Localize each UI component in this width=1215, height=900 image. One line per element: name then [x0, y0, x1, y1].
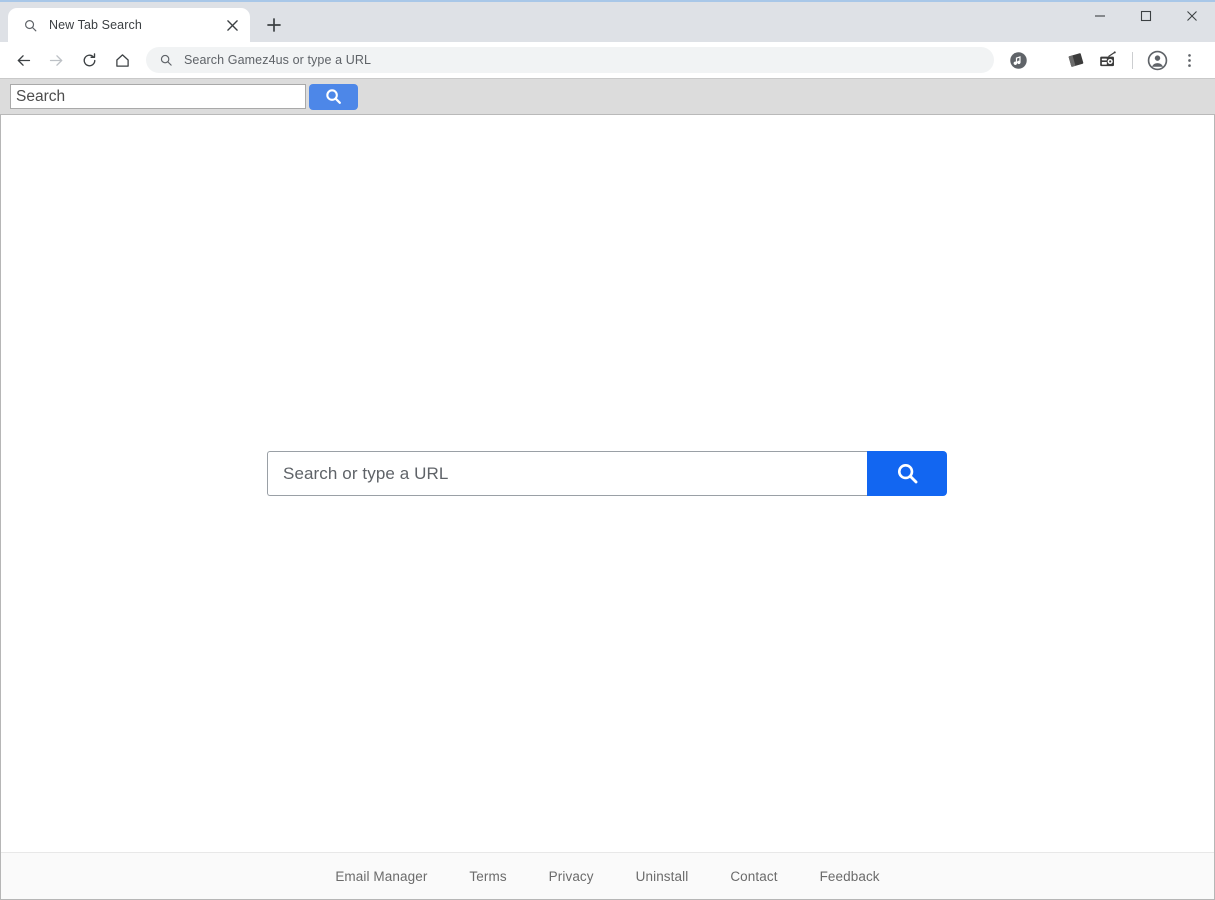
footer-link-privacy[interactable]: Privacy	[528, 869, 615, 884]
tab-new-tab-search[interactable]: New Tab Search	[8, 8, 250, 42]
navigation-toolbar: Search Gamez4us or type a URL	[0, 42, 1215, 78]
three-dot-menu-icon[interactable]	[1175, 46, 1203, 74]
toolbar-search-input[interactable]: Search	[10, 84, 306, 109]
footer-link-feedback[interactable]: Feedback	[799, 869, 901, 884]
forward-arrow-icon	[41, 45, 71, 75]
main-search-input[interactable]: Search or type a URL	[267, 451, 867, 496]
page-main-area: Search or type a URL	[1, 115, 1214, 852]
footer-link-email-manager[interactable]: Email Manager	[314, 869, 448, 884]
omnibox-placeholder: Search Gamez4us or type a URL	[184, 53, 372, 67]
tab-close-icon[interactable]	[222, 15, 242, 35]
extension-icons	[1002, 46, 1124, 74]
main-search-box: Search or type a URL	[267, 451, 947, 496]
main-search-button[interactable]	[867, 451, 947, 496]
browser-window: New Tab Search Search Gamez4us or type a…	[0, 0, 1215, 900]
omnibox[interactable]: Search Gamez4us or type a URL	[146, 47, 994, 73]
minimize-icon[interactable]	[1077, 0, 1123, 32]
back-arrow-icon[interactable]	[8, 45, 38, 75]
window-controls	[1077, 0, 1215, 42]
toolbar-divider	[1132, 51, 1133, 69]
tab-title: New Tab Search	[49, 18, 142, 32]
page-content: Search or type a URL Email Manager Terms…	[0, 115, 1215, 899]
footer-link-contact[interactable]: Contact	[709, 869, 798, 884]
music-note-icon[interactable]	[1004, 46, 1032, 74]
footer-link-uninstall[interactable]: Uninstall	[615, 869, 710, 884]
search-icon	[22, 17, 39, 34]
tilted-card-icon[interactable]	[1062, 46, 1090, 74]
window-close-icon[interactable]	[1169, 0, 1215, 32]
main-search-placeholder: Search or type a URL	[283, 463, 449, 483]
page-footer: Email Manager Terms Privacy Uninstall Co…	[1, 852, 1214, 899]
footer-link-terms[interactable]: Terms	[448, 869, 527, 884]
home-icon[interactable]	[107, 45, 137, 75]
extension-search-toolbar: Search	[0, 78, 1215, 115]
footer-links: Email Manager Terms Privacy Uninstall Co…	[314, 869, 900, 884]
search-icon	[158, 53, 173, 68]
toolbar-search-placeholder: Search	[16, 87, 66, 105]
new-tab-button[interactable]	[260, 11, 288, 39]
tab-strip: New Tab Search	[0, 0, 1215, 42]
radio-icon[interactable]	[1094, 46, 1122, 74]
maximize-icon[interactable]	[1123, 0, 1169, 32]
account-circle-icon[interactable]	[1143, 46, 1171, 74]
reload-icon[interactable]	[74, 45, 104, 75]
toolbar-search-button[interactable]	[309, 83, 358, 110]
window-accent-line	[0, 0, 1215, 2]
